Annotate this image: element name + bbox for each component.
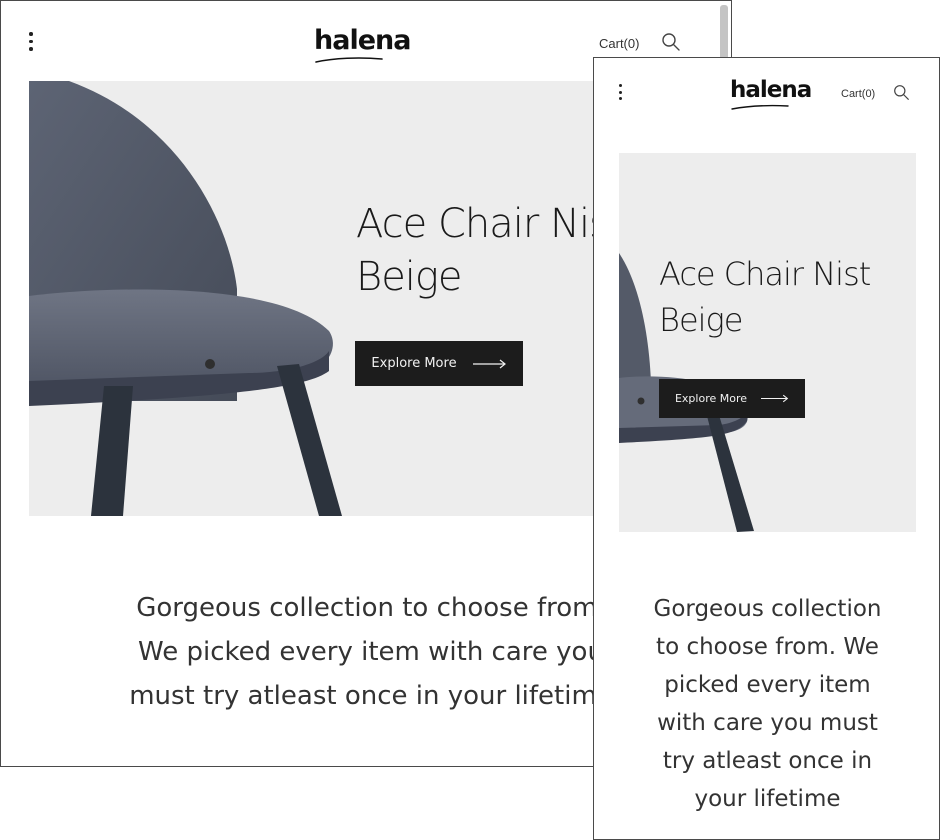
- search-icon[interactable]: [661, 32, 681, 52]
- logo-swoosh-icon: [315, 57, 383, 63]
- hero-title-line-2: Beige: [356, 254, 463, 300]
- chair-image: [29, 81, 342, 516]
- hero-title: Ace Chair Nist Beige: [356, 198, 625, 304]
- description-line: picked every item: [664, 672, 871, 698]
- cart-link[interactable]: Cart(0): [841, 88, 875, 100]
- long-arrow-right-icon: [761, 394, 789, 403]
- brand-logo[interactable]: halena: [730, 77, 812, 110]
- cart-link[interactable]: Cart(0): [599, 36, 639, 51]
- description-line: to choose from. We: [656, 634, 879, 660]
- explore-more-label: Explore More: [674, 392, 748, 405]
- hero-banner: Ace Chair Nist Beige Explore More: [619, 153, 916, 532]
- description-line: with care you must: [657, 710, 878, 736]
- description-line: Gorgeous collection: [653, 596, 882, 622]
- description-line: Gorgeous collection to choose from.: [136, 593, 606, 623]
- explore-more-label: Explore More: [371, 356, 457, 371]
- hero-title-line-1: Ace Chair Nist: [659, 255, 871, 293]
- scrollbar-thumb[interactable]: [720, 5, 728, 63]
- hero-title-line-1: Ace Chair Nist: [356, 201, 625, 247]
- collection-description: Gorgeous collection to choose from. We p…: [101, 586, 641, 718]
- collection-description: Gorgeous collection to choose from. We p…: [619, 590, 916, 818]
- explore-more-button[interactable]: Explore More: [355, 341, 523, 386]
- long-arrow-right-icon: [472, 359, 506, 368]
- hero-title-line-2: Beige: [659, 301, 743, 339]
- mobile-preview-window: halena Cart(0) Ace Chair Nist Beige Expl…: [593, 57, 940, 840]
- kebab-menu-icon[interactable]: [29, 32, 33, 51]
- description-line: try atleast once in: [662, 748, 873, 774]
- search-icon[interactable]: [893, 84, 910, 101]
- kebab-menu-icon[interactable]: [619, 84, 622, 100]
- logo-swoosh-icon: [731, 104, 789, 110]
- brand-logo[interactable]: halena: [314, 25, 411, 63]
- explore-more-button[interactable]: Explore More: [659, 379, 805, 418]
- description-line: must try atleast once in your lifetime: [129, 681, 613, 711]
- description-line: your lifetime: [694, 786, 841, 812]
- description-line: We picked every item with care you: [138, 637, 604, 667]
- hero-title: Ace Chair Nist Beige: [659, 251, 871, 343]
